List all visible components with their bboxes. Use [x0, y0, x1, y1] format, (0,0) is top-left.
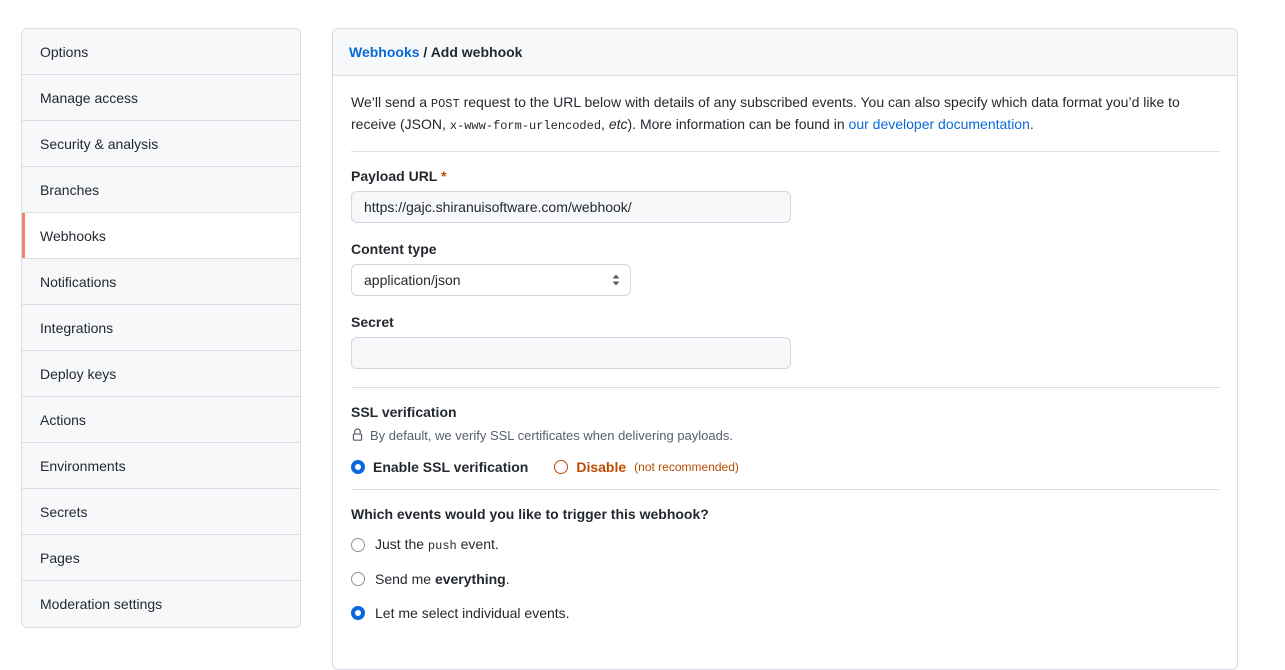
sidebar-item-label: Environments	[40, 457, 126, 474]
sidebar-item-security-analysis[interactable]: Security & analysis	[22, 121, 300, 167]
developer-documentation-link[interactable]: our developer documentation	[849, 116, 1030, 132]
webhook-form-panel: Webhooks / Add webhook We’ll send a POST…	[332, 28, 1238, 670]
sidebar-item-pages[interactable]: Pages	[22, 535, 300, 581]
event-push-radio[interactable]	[351, 537, 365, 552]
ssl-radio-group: Enable SSL verification Disable (not rec…	[351, 459, 1219, 475]
event-push-prefix: Just the	[375, 536, 428, 553]
intro-code-urlencoded: x-www-form-urlencoded	[449, 118, 602, 133]
sidebar-item-deploy-keys[interactable]: Deploy keys	[22, 351, 300, 397]
required-asterisk: *	[441, 168, 447, 185]
event-everything-bold: everything	[434, 571, 506, 588]
event-push-suffix: event.	[456, 536, 499, 553]
breadcrumb: Webhooks / Add webhook	[333, 29, 1237, 76]
secret-input[interactable]	[351, 337, 791, 370]
sidebar-item-label: Branches	[40, 181, 100, 198]
sidebar-item-label: Manage access	[40, 89, 139, 106]
ssl-note-text: By default, we verify SSL certificates w…	[370, 427, 733, 443]
sidebar-item-options[interactable]: Options	[22, 29, 300, 75]
sidebar-item-secrets[interactable]: Secrets	[22, 489, 300, 535]
divider-top	[351, 151, 1219, 153]
content-type-select-wrap: application/json	[351, 264, 631, 297]
ssl-enable-option[interactable]: Enable SSL verification	[351, 459, 528, 475]
ssl-disable-option[interactable]: Disable (not recommended)	[554, 459, 739, 475]
payload-url-label-text: Payload URL	[351, 168, 438, 185]
event-everything-radio[interactable]	[351, 572, 365, 587]
lock-icon	[351, 427, 364, 443]
ssl-disable-hint: (not recommended)	[634, 460, 739, 475]
sidebar-item-label: Secrets	[40, 503, 88, 520]
content-type-field: Content type application/json	[351, 241, 1219, 297]
events-question: Which events would you like to trigger t…	[351, 506, 709, 523]
settings-page: Options Manage access Security & analysi…	[0, 0, 1285, 670]
content-type-label: Content type	[351, 241, 437, 258]
sidebar-item-moderation-settings[interactable]: Moderation settings	[22, 581, 300, 627]
event-individual-label: Let me select individual events.	[375, 605, 570, 622]
intro-paragraph: We’ll send a POST request to the URL bel…	[351, 92, 1219, 135]
intro-italic-etc: etc	[608, 115, 628, 132]
ssl-heading: SSL verification	[351, 404, 457, 421]
breadcrumb-webhooks-link[interactable]: Webhooks	[349, 44, 420, 60]
sidebar-item-manage-access[interactable]: Manage access	[22, 75, 300, 121]
ssl-note: By default, we verify SSL certificates w…	[351, 427, 1219, 443]
breadcrumb-separator: /	[419, 44, 431, 60]
event-option-push[interactable]: Just the push event.	[351, 536, 1219, 553]
divider-ssl	[351, 387, 1219, 389]
events-section: Which events would you like to trigger t…	[351, 506, 1219, 621]
sidebar-item-label: Moderation settings	[40, 596, 163, 612]
secret-field: Secret	[351, 314, 1219, 370]
sidebar-item-webhooks[interactable]: Webhooks	[22, 213, 300, 259]
content-type-select[interactable]: application/json	[351, 264, 631, 297]
sidebar-item-integrations[interactable]: Integrations	[22, 305, 300, 351]
sidebar-item-label: Deploy keys	[40, 365, 117, 382]
payload-url-label: Payload URL *	[351, 168, 1219, 184]
ssl-disable-label: Disable	[576, 459, 627, 476]
sidebar-item-environments[interactable]: Environments	[22, 443, 300, 489]
intro-code-post: POST	[430, 97, 460, 111]
settings-sidebar: Options Manage access Security & analysi…	[21, 28, 301, 628]
intro-text-4: ). More information can be found in	[627, 115, 849, 132]
ssl-disable-radio[interactable]	[554, 460, 569, 475]
sidebar-item-label: Integrations	[40, 319, 114, 336]
sidebar-item-label: Webhooks	[40, 227, 106, 244]
event-individual-radio[interactable]	[351, 606, 365, 621]
intro-text-3: ,	[601, 115, 609, 132]
event-everything-suffix: .	[505, 571, 510, 588]
sidebar-item-label: Security & analysis	[40, 135, 159, 152]
event-option-everything[interactable]: Send me everything.	[351, 571, 1219, 587]
ssl-enable-radio[interactable]	[351, 460, 365, 475]
sidebar-item-label: Pages	[40, 549, 80, 566]
ssl-enable-label: Enable SSL verification	[373, 459, 529, 476]
panel-body: We’ll send a POST request to the URL bel…	[333, 76, 1237, 621]
event-option-individual[interactable]: Let me select individual events.	[351, 605, 1219, 621]
payload-url-input[interactable]	[351, 191, 791, 224]
event-push-code: push	[427, 539, 457, 554]
intro-text-5: .	[1029, 115, 1034, 132]
intro-text-1: We’ll send a	[351, 94, 431, 110]
sidebar-item-label: Options	[40, 43, 89, 60]
ssl-verification-section: SSL verification By default, we verify S…	[351, 404, 1219, 475]
content-type-selected-value: application/json	[364, 272, 461, 289]
sidebar-item-label: Notifications	[40, 273, 117, 290]
secret-label: Secret	[351, 314, 394, 331]
divider-events	[351, 489, 1219, 491]
breadcrumb-current: Add webhook	[430, 44, 523, 60]
payload-url-field: Payload URL *	[351, 168, 1219, 224]
event-everything-label: Send me everything.	[375, 571, 510, 587]
sidebar-item-notifications[interactable]: Notifications	[22, 259, 300, 305]
sidebar-item-label: Actions	[40, 411, 86, 428]
sidebar-item-actions[interactable]: Actions	[22, 397, 300, 443]
event-everything-prefix: Send me	[375, 571, 435, 588]
sidebar-item-branches[interactable]: Branches	[22, 167, 300, 213]
event-push-label: Just the push event.	[375, 536, 499, 553]
